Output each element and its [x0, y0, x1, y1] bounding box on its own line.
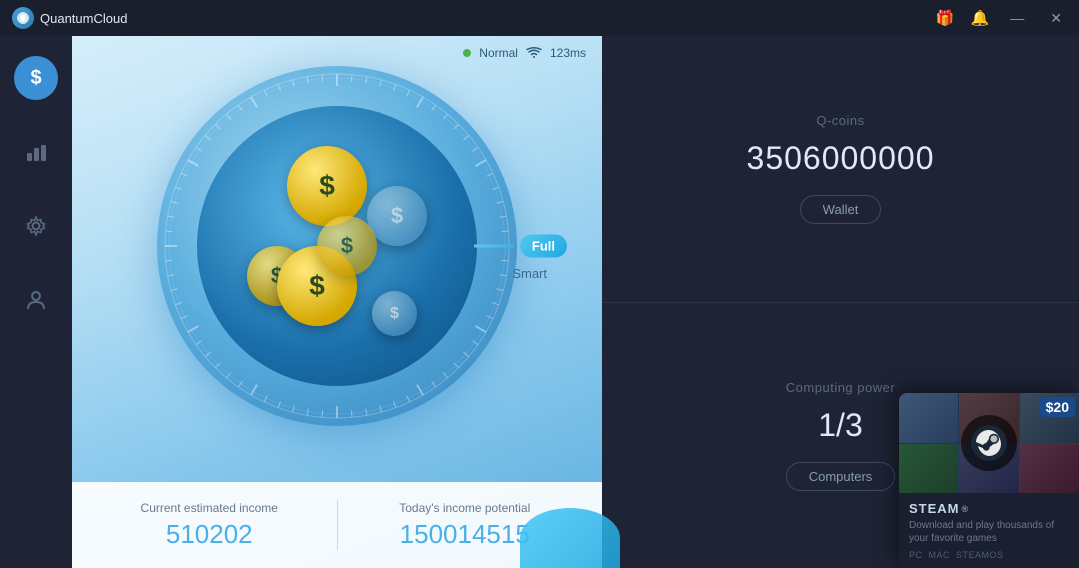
- steam-description: Download and play thousands of your favo…: [909, 519, 1069, 545]
- coin-2: $: [367, 186, 427, 246]
- status-bar: Normal 123ms: [463, 46, 586, 60]
- smart-label: Smart: [512, 266, 547, 281]
- current-income-value: 510202: [102, 519, 317, 550]
- full-badge[interactable]: Full: [520, 235, 567, 258]
- titlebar-controls: 🎁 🔔 — ✕: [936, 8, 1067, 29]
- wallet-button[interactable]: Wallet: [800, 195, 882, 224]
- app-name: QuantumCloud: [40, 11, 127, 26]
- gift-icon[interactable]: 🎁: [936, 9, 955, 27]
- steam-title: STEAM®: [909, 501, 1069, 516]
- sidebar-item-settings[interactable]: [14, 204, 58, 248]
- potential-income-label: Today's income potential: [358, 501, 573, 515]
- computing-label: Computing power: [786, 380, 895, 395]
- platform-steamos: STEAMOS: [956, 550, 1004, 560]
- steam-card-image: $20: [899, 393, 1079, 493]
- steam-card[interactable]: $20 STEAM® Download and play thousands o…: [899, 393, 1079, 568]
- gauge-outer: // Generate ticks via inline SVG path ge…: [157, 66, 517, 426]
- dollar-sign-2: $: [391, 203, 403, 229]
- coins-wrapper: $ $ $ $: [227, 136, 447, 356]
- wifi-icon: [526, 47, 542, 59]
- game-tile-6: [1020, 444, 1079, 494]
- bar-chart-icon: [25, 141, 47, 163]
- logo-icon: [12, 7, 34, 29]
- qcoins-label: Q-coins: [816, 113, 864, 128]
- accent-curve: [520, 508, 620, 568]
- user-icon: [25, 289, 47, 311]
- arrow-line: [474, 245, 514, 248]
- qcoins-value: 3506000000: [747, 140, 935, 177]
- left-panel: Normal 123ms // Generate ticks v: [72, 36, 602, 568]
- minimize-button[interactable]: —: [1005, 8, 1029, 28]
- sidebar-item-profile[interactable]: [14, 278, 58, 322]
- dollar-sign-4: $: [309, 270, 325, 302]
- gauge-inner: $ $ $ $: [197, 106, 477, 386]
- price-badge: $20: [1040, 397, 1075, 417]
- sidebar-item-wallet[interactable]: $: [14, 56, 58, 100]
- sidebar: $: [0, 36, 72, 568]
- steam-logo-icon: [970, 424, 1008, 462]
- dollar-icon: $: [30, 67, 41, 90]
- steam-platforms: PC MAC STEAMOS: [909, 550, 1069, 560]
- dollar-sign-1: $: [319, 170, 335, 202]
- current-income-label: Current estimated income: [102, 501, 317, 515]
- dollar-sign-6: $: [341, 233, 353, 259]
- platform-pc: PC: [909, 550, 923, 560]
- qcoins-section: Q-coins 3506000000 Wallet: [602, 36, 1079, 303]
- coin-6: $: [317, 216, 377, 276]
- close-button[interactable]: ✕: [1045, 8, 1067, 29]
- stat-divider: [337, 500, 338, 550]
- computers-button[interactable]: Computers: [786, 462, 896, 491]
- status-mode: Normal: [479, 46, 518, 60]
- steam-card-body: STEAM® Download and play thousands of yo…: [899, 493, 1079, 568]
- steam-logo-area: [961, 415, 1017, 471]
- coin-1: $: [287, 146, 367, 226]
- coin-5: $: [372, 291, 417, 336]
- computing-value: 1/3: [818, 407, 862, 444]
- sidebar-item-stats[interactable]: [14, 130, 58, 174]
- game-tile-1: [899, 393, 958, 443]
- titlebar: QuantumCloud 🎁 🔔 — ✕: [0, 0, 1079, 36]
- gauge-container: // Generate ticks via inline SVG path ge…: [157, 66, 517, 426]
- gauge-arrow: Full: [474, 235, 567, 258]
- platform-mac: MAC: [929, 550, 951, 560]
- app-logo: QuantumCloud: [12, 7, 127, 29]
- ping-value: 123ms: [550, 46, 586, 60]
- game-tile-4: [899, 444, 958, 494]
- status-dot: [463, 49, 471, 57]
- gear-icon: [25, 215, 47, 237]
- bell-icon[interactable]: 🔔: [971, 9, 990, 27]
- dollar-sign-5: $: [390, 305, 399, 323]
- current-income-stat: Current estimated income 510202: [102, 501, 317, 550]
